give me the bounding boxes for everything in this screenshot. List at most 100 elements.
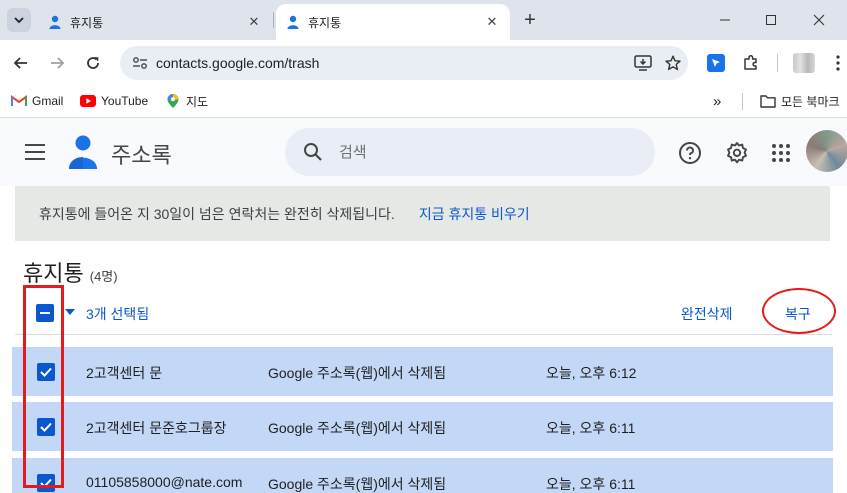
row-checkbox[interactable] bbox=[37, 363, 55, 381]
bookmarks-bar: Gmail YouTube 지도 » 모든 북마크 bbox=[0, 86, 847, 194]
caret-down-icon bbox=[65, 309, 75, 315]
search-bar[interactable] bbox=[285, 128, 655, 176]
new-tab-button[interactable]: + bbox=[518, 8, 542, 32]
more-bookmarks-button[interactable]: » bbox=[713, 92, 721, 110]
reload-icon bbox=[87, 57, 99, 69]
page-title: 휴지통 (4명) bbox=[23, 256, 118, 288]
chevron-down-icon bbox=[14, 17, 24, 24]
row-checkbox[interactable] bbox=[37, 418, 55, 436]
all-bookmarks-folder[interactable]: 모든 북마크 bbox=[760, 92, 840, 110]
toolbar-divider bbox=[777, 54, 778, 72]
bookmark-youtube[interactable]: YouTube bbox=[80, 92, 148, 110]
contact-name: 2고객센터 문 bbox=[86, 365, 163, 381]
close-window-button[interactable] bbox=[796, 0, 842, 40]
select-all-checkbox[interactable] bbox=[36, 304, 54, 322]
trash-notice-banner: 휴지통에 들어온 지 30일이 넘은 연락처는 완전히 삭제됩니다. 지금 휴지… bbox=[15, 186, 830, 241]
menu-icon-line bbox=[25, 151, 45, 153]
bookmarks-divider bbox=[742, 93, 743, 110]
search-input[interactable] bbox=[339, 143, 619, 161]
menu-icon bbox=[25, 144, 45, 146]
bookmark-label: Gmail bbox=[32, 94, 64, 108]
gear-icon bbox=[727, 142, 747, 164]
puzzle-icon bbox=[744, 54, 757, 70]
minimize-icon bbox=[720, 19, 730, 21]
help-button[interactable] bbox=[677, 140, 703, 166]
main-menu-button[interactable] bbox=[22, 140, 48, 164]
close-tab-icon[interactable]: ✕ bbox=[484, 14, 500, 30]
kebab-menu-icon bbox=[836, 55, 840, 71]
menu-icon-line bbox=[25, 158, 45, 160]
arrow-right-icon bbox=[51, 57, 65, 69]
list-divider bbox=[15, 334, 832, 335]
maps-icon bbox=[165, 93, 181, 109]
reload-button[interactable] bbox=[79, 49, 107, 77]
contact-count: (4명) bbox=[89, 269, 118, 284]
minimize-button[interactable] bbox=[702, 0, 748, 40]
help-icon bbox=[679, 142, 701, 164]
app-header: 주소록 bbox=[0, 118, 847, 186]
indeterminate-mark bbox=[40, 312, 50, 314]
forward-button[interactable] bbox=[43, 49, 71, 77]
contacts-favicon-icon bbox=[286, 15, 300, 29]
site-info-icon[interactable] bbox=[128, 51, 152, 75]
empty-trash-link[interactable]: 지금 휴지통 비우기 bbox=[419, 204, 530, 224]
selection-options-dropdown[interactable] bbox=[63, 305, 77, 319]
profile-avatar[interactable] bbox=[793, 53, 815, 73]
folder-icon bbox=[760, 93, 776, 109]
tab-trash-2[interactable]: 휴지통 ✕ bbox=[276, 4, 510, 40]
maximize-button[interactable] bbox=[748, 0, 794, 40]
contact-name: 01105858000@nate.com bbox=[86, 474, 243, 490]
extension-button[interactable] bbox=[704, 51, 728, 75]
table-row[interactable]: 2고객센터 문준호그룹장 Google 주소록(웹)에서 삭제됨 오늘, 오후 … bbox=[12, 402, 833, 451]
selected-count: 3개 선택됨 bbox=[86, 306, 150, 322]
bookmark-maps[interactable]: 지도 bbox=[165, 92, 208, 110]
extensions-menu-button[interactable] bbox=[739, 51, 763, 75]
page-title-text: 휴지통 bbox=[23, 261, 84, 286]
tab-title: 휴지통 bbox=[70, 15, 104, 30]
deleted-source: Google 주소록(웹)에서 삭제됨 bbox=[268, 365, 447, 381]
maximize-icon bbox=[766, 15, 776, 25]
table-row[interactable]: 01105858000@nate.com Google 주소록(웹)에서 삭제됨… bbox=[12, 458, 833, 493]
settings-button[interactable] bbox=[724, 140, 750, 166]
google-apps-button[interactable] bbox=[768, 140, 794, 166]
app-title[interactable]: 주소록 bbox=[111, 138, 172, 170]
bookmark-gmail[interactable]: Gmail bbox=[11, 92, 63, 110]
back-button[interactable] bbox=[7, 49, 35, 77]
deleted-source: Google 주소록(웹)에서 삭제됨 bbox=[268, 476, 447, 492]
checkmark-icon bbox=[40, 367, 52, 377]
tab-strip: 휴지통 ✕ 휴지통 ✕ + bbox=[0, 0, 847, 40]
deleted-source: Google 주소록(웹)에서 삭제됨 bbox=[268, 420, 447, 436]
tab-title: 휴지통 bbox=[308, 15, 342, 30]
contacts-logo-icon[interactable] bbox=[66, 134, 100, 170]
deleted-time: 오늘, 오후 6:12 bbox=[546, 365, 637, 381]
table-row[interactable]: 2고객센터 문 Google 주소록(웹)에서 삭제됨 오늘, 오후 6:12 bbox=[12, 347, 833, 396]
tab-trash-1[interactable]: 휴지통 ✕ bbox=[38, 4, 272, 40]
selection-toolbar: 3개 선택됨 완전삭제 복구 bbox=[15, 290, 832, 334]
deleted-time: 오늘, 오후 6:11 bbox=[546, 420, 636, 436]
tab-separator bbox=[273, 12, 274, 28]
row-checkbox[interactable] bbox=[37, 474, 55, 492]
bookmark-star-button[interactable] bbox=[658, 49, 688, 77]
delete-forever-button[interactable]: 완전삭제 bbox=[681, 304, 733, 324]
tab-search-button[interactable] bbox=[7, 8, 31, 32]
browser-menu-button[interactable] bbox=[826, 51, 847, 75]
deleted-time: 오늘, 오후 6:11 bbox=[546, 476, 636, 492]
bookmark-label: 모든 북마크 bbox=[781, 94, 840, 109]
checkmark-icon bbox=[40, 478, 52, 488]
contacts-favicon-icon bbox=[48, 15, 62, 29]
close-tab-icon[interactable]: ✕ bbox=[246, 14, 262, 30]
address-bar[interactable]: contacts.google.com/trash bbox=[120, 46, 688, 80]
bookmark-label: 지도 bbox=[186, 94, 209, 109]
account-avatar[interactable] bbox=[806, 130, 847, 172]
install-app-button[interactable] bbox=[628, 49, 658, 77]
youtube-icon bbox=[80, 93, 96, 109]
close-icon bbox=[813, 14, 825, 26]
search-icon[interactable] bbox=[303, 142, 323, 162]
contact-name: 2고객센터 문준호그룹장 bbox=[86, 420, 227, 436]
install-icon bbox=[634, 55, 652, 71]
url-text: contacts.google.com/trash bbox=[156, 55, 320, 71]
restore-button[interactable]: 복구 bbox=[785, 304, 811, 324]
trash-notice-text: 휴지통에 들어온 지 30일이 넘은 연락처는 완전히 삭제됩니다. bbox=[39, 205, 395, 222]
cursor-extension-icon bbox=[707, 54, 725, 72]
arrow-left-icon bbox=[13, 57, 27, 69]
